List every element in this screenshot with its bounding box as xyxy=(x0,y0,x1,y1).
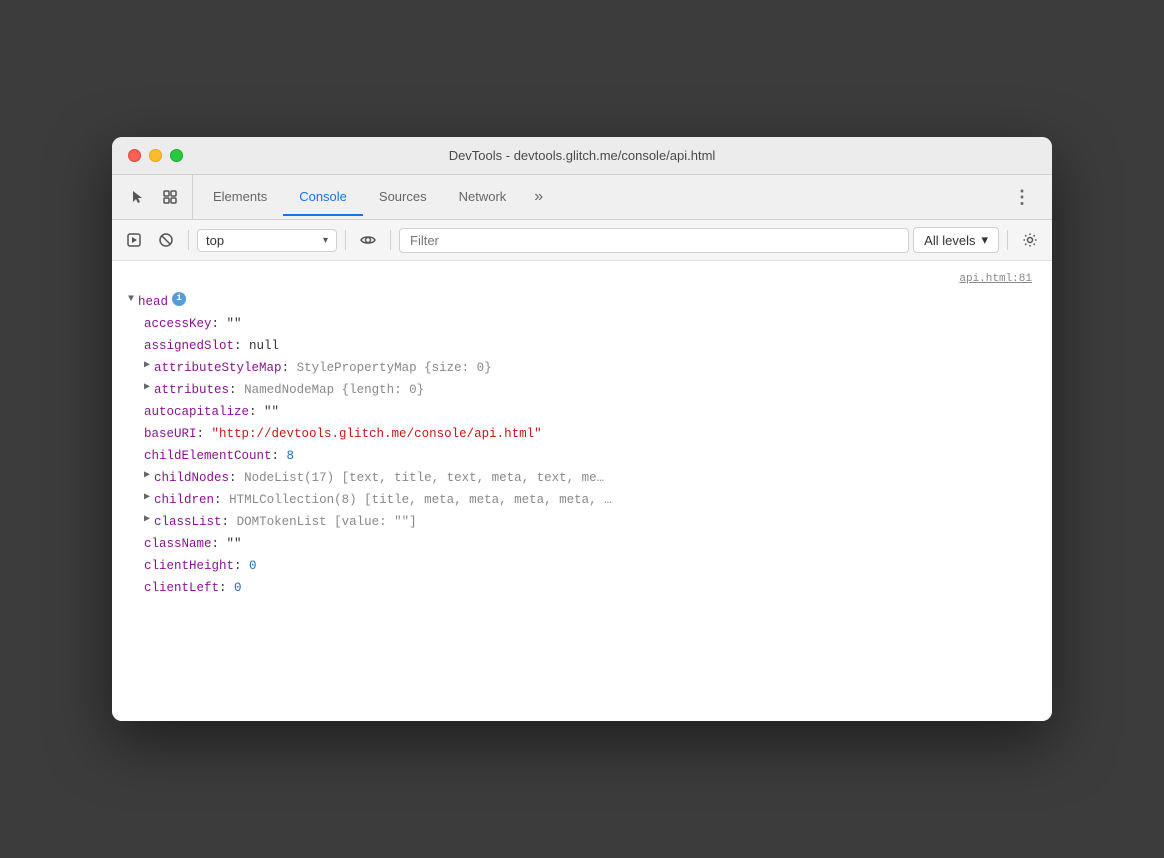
close-button[interactable] xyxy=(128,149,141,162)
prop-assignedSlot: assignedSlot : null xyxy=(128,335,1036,357)
settings-button[interactable] xyxy=(1016,226,1044,254)
toolbar-separator-2 xyxy=(345,230,346,250)
tab-console[interactable]: Console xyxy=(283,179,363,216)
prop-className: className : "" xyxy=(128,533,1036,555)
tab-network[interactable]: Network xyxy=(443,179,523,216)
prop-baseURI: baseURI : "http://devtools.glitch.me/con… xyxy=(128,423,1036,445)
devtools-window: DevTools - devtools.glitch.me/console/ap… xyxy=(112,137,1052,721)
prop-children: ▶ children : HTMLCollection(8) [title, m… xyxy=(128,489,1036,511)
title-bar: DevTools - devtools.glitch.me/console/ap… xyxy=(112,137,1052,175)
toolbar-separator-3 xyxy=(390,230,391,250)
prop-autocapitalize: autocapitalize : "" xyxy=(128,401,1036,423)
cursor-icon-button[interactable] xyxy=(124,183,152,211)
maximize-button[interactable] xyxy=(170,149,183,162)
tab-more-button[interactable]: » xyxy=(522,180,555,214)
attributes-toggle[interactable]: ▶ xyxy=(144,380,150,396)
prop-clientLeft: clientLeft : 0 xyxy=(128,577,1036,599)
tab-icon-group xyxy=(120,175,193,219)
minimize-button[interactable] xyxy=(149,149,162,162)
levels-selector[interactable]: All levels ▾ xyxy=(913,227,999,253)
children-toggle[interactable]: ▶ xyxy=(144,490,150,506)
traffic-lights xyxy=(128,149,183,162)
childNodes-toggle[interactable]: ▶ xyxy=(144,468,150,484)
toolbar-separator-4 xyxy=(1007,230,1008,250)
levels-arrow-icon: ▾ xyxy=(981,232,988,248)
window-title: DevTools - devtools.glitch.me/console/ap… xyxy=(449,148,716,163)
context-arrow-icon: ▾ xyxy=(323,235,328,246)
prop-accessKey: accessKey : "" xyxy=(128,313,1036,335)
classList-toggle[interactable]: ▶ xyxy=(144,512,150,528)
layers-icon-button[interactable] xyxy=(156,183,184,211)
levels-label: All levels xyxy=(924,233,975,248)
attributeStyleMap-toggle[interactable]: ▶ xyxy=(144,358,150,374)
console-toolbar: top ▾ All levels ▾ xyxy=(112,220,1052,261)
tabs-list: Elements Console Sources Network » xyxy=(197,179,1001,216)
toolbar-separator-1 xyxy=(188,230,189,250)
tabs-bar: Elements Console Sources Network » ⋮ xyxy=(112,175,1052,220)
execute-button[interactable] xyxy=(120,226,148,254)
prop-classList: ▶ classList : DOMTokenList [value: ""] xyxy=(128,511,1036,533)
filter-input[interactable] xyxy=(399,228,909,253)
info-icon[interactable]: i xyxy=(172,292,186,306)
context-selector[interactable]: top ▾ xyxy=(197,229,337,252)
file-link[interactable]: api.html:81 xyxy=(955,269,1036,291)
prop-clientHeight: clientHeight : 0 xyxy=(128,555,1036,577)
prop-attributeStyleMap: ▶ attributeStyleMap : StylePropertyMap {… xyxy=(128,357,1036,379)
tab-elements[interactable]: Elements xyxy=(197,179,283,216)
file-link-row: api.html:81 xyxy=(128,269,1036,291)
eye-button[interactable] xyxy=(354,226,382,254)
tab-sources[interactable]: Sources xyxy=(363,179,443,216)
head-toggle[interactable]: ▼ xyxy=(128,292,134,308)
context-value: top xyxy=(206,233,224,248)
prop-childElementCount: childElementCount : 8 xyxy=(128,445,1036,467)
prop-attributes: ▶ attributes : NamedNodeMap {length: 0} xyxy=(128,379,1036,401)
tab-menu-button[interactable]: ⋮ xyxy=(1001,179,1044,216)
head-line: ▼ head i xyxy=(128,291,1036,313)
console-content: api.html:81 ▼ head i accessKey : "" assi… xyxy=(112,261,1052,721)
clear-button[interactable] xyxy=(152,226,180,254)
prop-childNodes: ▶ childNodes : NodeList(17) [text, title… xyxy=(128,467,1036,489)
head-label: head xyxy=(138,292,168,312)
